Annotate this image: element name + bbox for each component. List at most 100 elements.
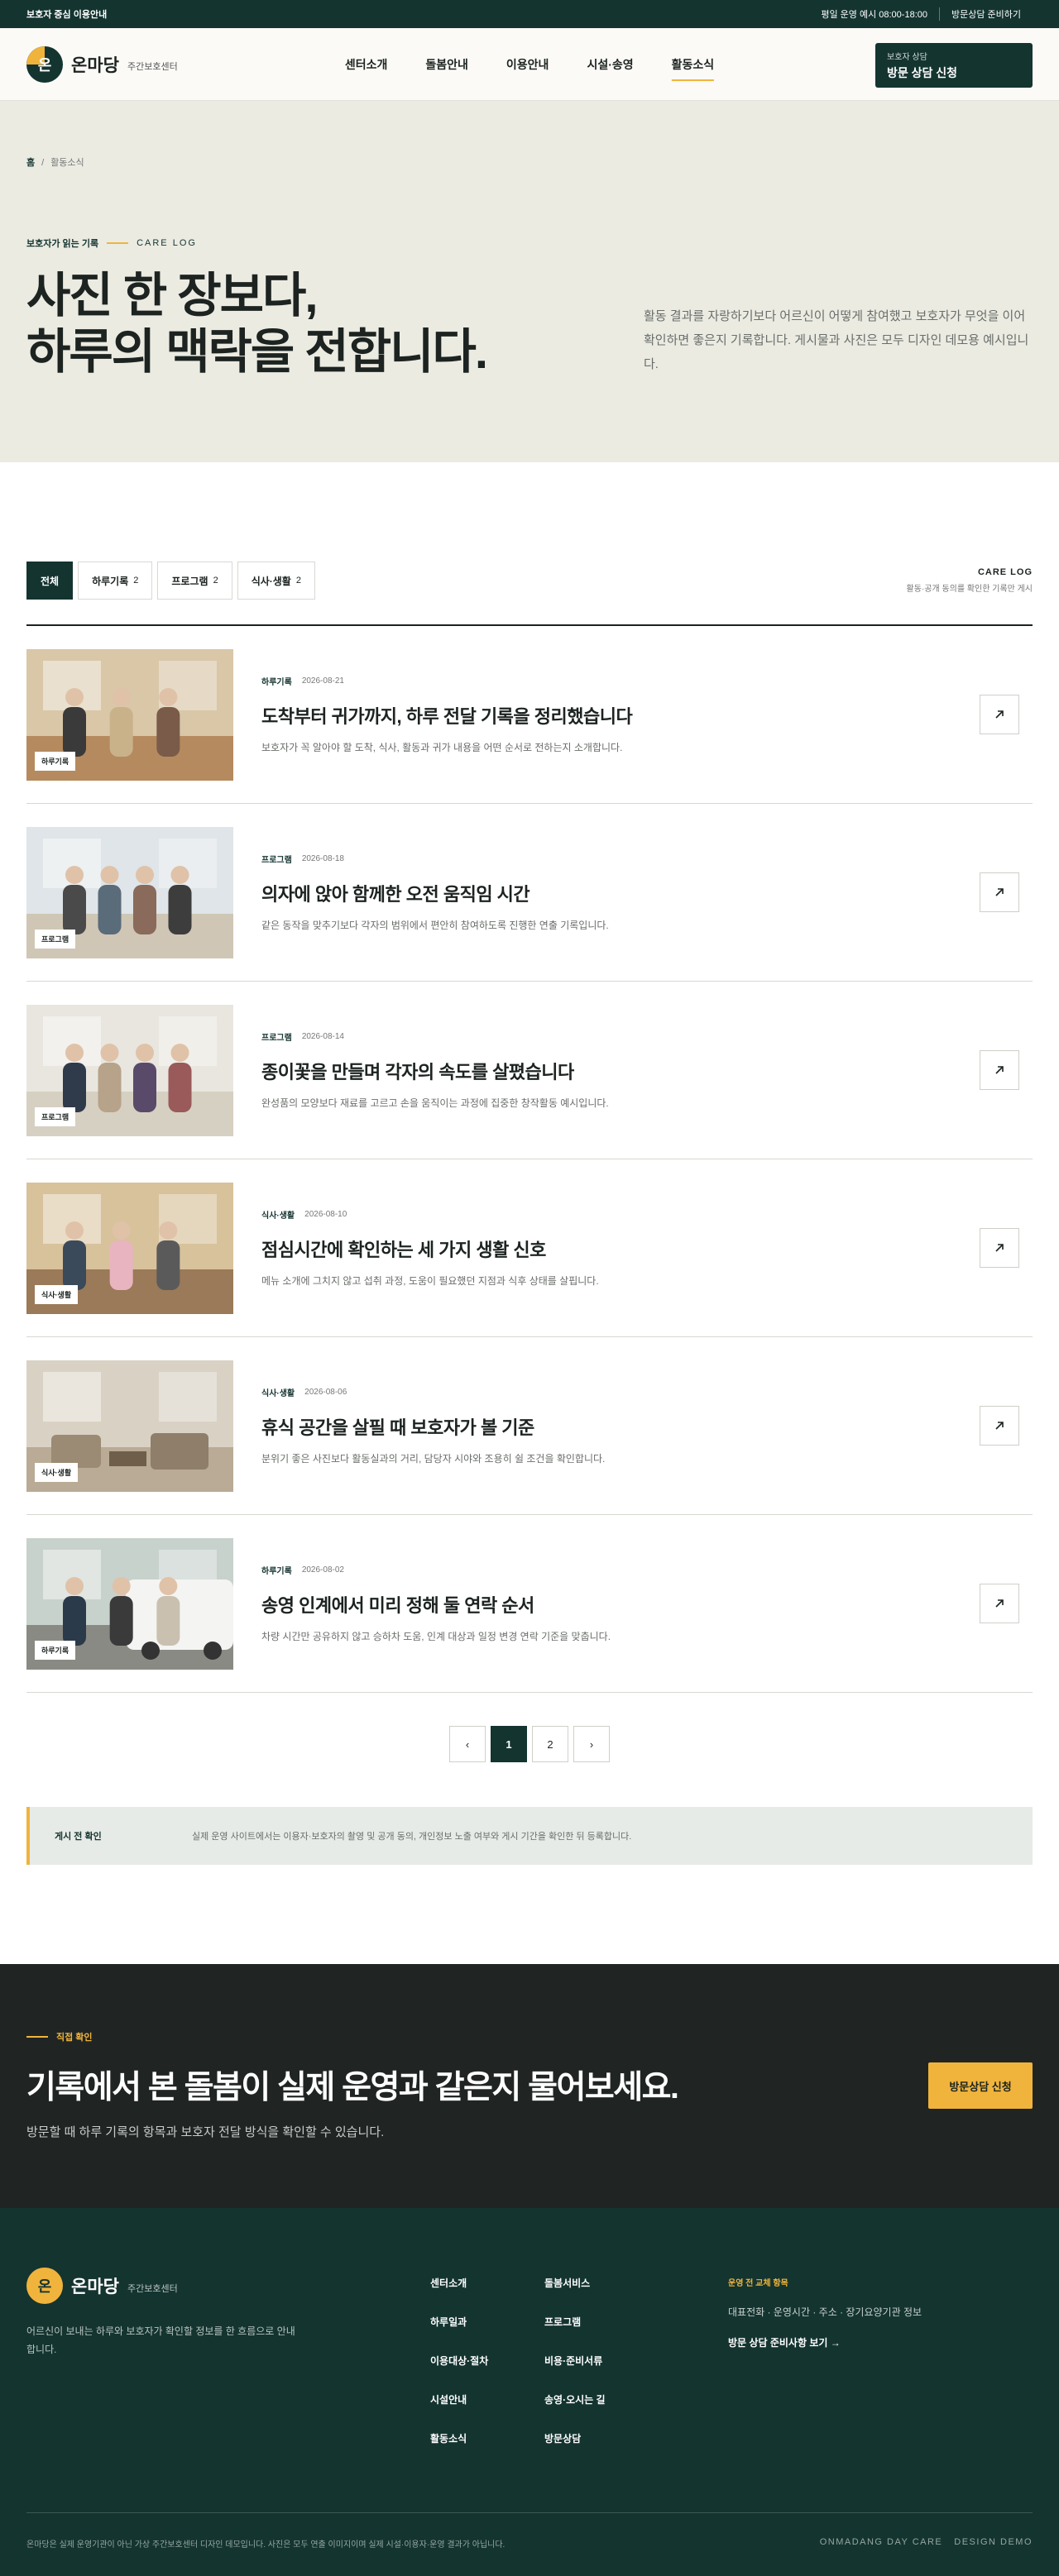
post-open-button[interactable] <box>980 1584 1019 1623</box>
post-meta: 하루기록 2026-08-02 <box>261 1564 611 1576</box>
post-meta: 식사·생활 2026-08-10 <box>261 1208 599 1221</box>
notice-body: 실제 운영 사이트에서는 이용자·보호자의 촬영 및 공개 동의, 개인정보 노… <box>192 1832 632 1842</box>
post-item[interactable]: 프로그램 프로그램 2026-08-18 의자에 앉아 함께한 오전 움직임 시… <box>26 804 1033 982</box>
footer-link[interactable]: 시설안내 <box>430 2392 544 2406</box>
footer-info: 운영 전 교체 항목 대표전화 · 운영시간 · 주소 · 장기요양기관 정보 … <box>728 2276 922 2349</box>
nav-item-facility[interactable]: 시설·송영 <box>587 51 633 78</box>
footer-brand-tag: DESIGN DEMO <box>954 2537 1033 2547</box>
footer-divider <box>26 2512 1033 2513</box>
filter-chip-meal[interactable]: 식사·생활 2 <box>237 562 315 600</box>
post-open-button[interactable] <box>980 695 1019 734</box>
post-item[interactable]: 식사·생활 식사·생활 2026-08-10 점심시간에 확인하는 세 가지 생… <box>26 1159 1033 1337</box>
footer-link[interactable]: 송영·오시는 길 <box>544 2392 659 2406</box>
pagination-page[interactable]: 1 <box>491 1726 527 1762</box>
nav-item-care[interactable]: 돌봄안내 <box>425 51 468 78</box>
footer-link[interactable]: 방문상담 <box>544 2431 659 2445</box>
post-thumbnail[interactable]: 식사·생활 <box>26 1182 233 1314</box>
nav-item-usage[interactable]: 이용안내 <box>506 51 549 78</box>
footer-description: 어르신이 보내는 하루와 보호자가 확인할 정보를 한 흐름으로 안내합니다. <box>26 2325 295 2355</box>
care-log-sub: 활동·공개 동의를 확인한 기록만 게시 <box>906 585 1033 594</box>
post-open-button[interactable] <box>980 1228 1019 1268</box>
post-title[interactable]: 점심시간에 확인하는 세 가지 생활 신호 <box>261 1235 599 1262</box>
post-tag: 프로그램 <box>35 1106 76 1126</box>
footer-link[interactable]: 활동소식 <box>430 2431 544 2445</box>
consult-button[interactable]: 보호자 상담 방문 상담 신청 <box>875 43 1033 88</box>
post-excerpt: 보호자가 꼭 알아야 할 도착, 식사, 활동과 귀가 내용을 어떤 순서로 전… <box>261 742 623 753</box>
post-category: 식사·생활 <box>261 1389 295 1398</box>
post-thumbnail[interactable]: 하루기록 <box>26 1537 233 1670</box>
footer-link[interactable]: 하루일과 <box>430 2315 544 2329</box>
filter-bar: 전체 하루기록 2 프로그램 2 식사·생활 2 CARE LOG 활동·공개 동의를… <box>26 562 1033 600</box>
post-tag: 식사·생활 <box>35 1284 79 1304</box>
post-excerpt: 완성품의 모양보다 재료를 고르고 손을 움직이는 과정에 집중한 창작활동 예… <box>261 1097 609 1109</box>
post-body: 하루기록 2026-08-02 송영 인계에서 미리 정해 둘 연락 순서 차량… <box>261 1564 611 1643</box>
post-category: 프로그램 <box>261 856 292 865</box>
filter-chips: 전체 하루기록 2 프로그램 2 식사·생활 2 <box>26 562 315 600</box>
pagination-page[interactable]: 2 <box>532 1726 568 1762</box>
post-open-button[interactable] <box>980 872 1019 912</box>
post-date: 2026-08-18 <box>301 854 344 863</box>
hero-eyebrow-en: CARE LOG <box>137 238 197 248</box>
hero-eyebrow-text: 보호자가 읽는 기록 <box>26 239 99 249</box>
post-meta: 프로그램 2026-08-18 <box>261 853 609 865</box>
post-title[interactable]: 의자에 앉아 함께한 오전 움직임 시간 <box>261 880 609 906</box>
notice-head: 게시 전 확인 <box>55 1832 102 1842</box>
arrow-up-right-icon <box>995 1244 1004 1252</box>
topbar-hours: 평일 운영 예시 08:00-18:00 <box>821 10 927 20</box>
post-thumbnail[interactable]: 식사·생활 <box>26 1360 233 1492</box>
post-open-button[interactable] <box>980 1050 1019 1090</box>
post-tag: 식사·생활 <box>35 1462 79 1482</box>
nav-item-about[interactable]: 센터소개 <box>345 51 388 78</box>
post-excerpt: 차량 시간만 공유하지 않고 승하차 도움, 인계 대상과 일정 변경 연락 기… <box>261 1631 611 1642</box>
topbar-title: 보호자 중심 이용안내 <box>26 10 108 20</box>
band-eyebrow-text: 직접 확인 <box>56 2033 93 2043</box>
post-item[interactable]: 하루기록 하루기록 2026-08-21 도착부터 귀가까지, 하루 전달 기록… <box>26 626 1033 804</box>
nav-item-news[interactable]: 활동소식 <box>671 51 714 81</box>
post-body: 프로그램 2026-08-14 종이꽃을 만들며 각자의 속도를 살폈습니다 완… <box>261 1030 609 1110</box>
post-open-button[interactable] <box>980 1406 1019 1446</box>
footer-brand-name: ONMADANG DAY CARE <box>819 2537 943 2547</box>
hero: 홈 / 활동소식 보호자가 읽는 기록 CARE LOG 사진 한 장보다, 하루의… <box>0 101 1059 462</box>
top-bar: 보호자 중심 이용안내 평일 운영 예시 08:00-18:00 방문상담 준비… <box>0 0 1059 28</box>
post-title[interactable]: 종이꽃을 만들며 각자의 속도를 살폈습니다 <box>261 1058 609 1084</box>
breadcrumb-sep: / <box>41 158 45 168</box>
topbar-prep-link[interactable]: 방문상담 준비하기 <box>940 7 1033 21</box>
pagination-prev[interactable]: ‹ <box>449 1726 486 1762</box>
band-title: 기록에서 본 돌봄이 실제 운영과 같은지 물어보세요. <box>26 2070 679 2105</box>
filter-chip-program[interactable]: 프로그램 2 <box>157 562 232 600</box>
footer-link[interactable]: 센터소개 <box>430 2276 544 2290</box>
post-thumbnail[interactable]: 프로그램 <box>26 826 233 958</box>
footer-link[interactable]: 돌봄서비스 <box>544 2276 659 2290</box>
footer-logo-name: 온마당 <box>71 2277 119 2296</box>
post-category: 식사·생활 <box>261 1212 295 1221</box>
arrow-up-right-icon <box>995 1599 1004 1608</box>
band-consult-button[interactable]: 방문상담 신청 <box>928 2062 1033 2109</box>
post-item[interactable]: 식사·생활 식사·생활 2026-08-06 휴식 공간을 살필 때 보호자가 … <box>26 1337 1033 1515</box>
footer-link[interactable]: 비용·준비서류 <box>544 2354 659 2368</box>
filter-chip-all[interactable]: 전체 <box>26 562 74 600</box>
post-title[interactable]: 도착부터 귀가까지, 하루 전달 기록을 정리했습니다 <box>261 702 633 729</box>
footer-link[interactable]: 이용대상·절차 <box>430 2354 544 2368</box>
post-title[interactable]: 송영 인계에서 미리 정해 둘 연락 순서 <box>261 1591 611 1618</box>
pagination-next[interactable]: › <box>573 1726 610 1762</box>
post-board: 전체 하루기록 2 프로그램 2 식사·생활 2 CARE LOG 활동·공개 동의를… <box>0 462 1059 1865</box>
breadcrumb: 홈 / 활동소식 <box>26 155 1033 169</box>
footer-info-link[interactable]: 방문 상담 준비사항 보기 → <box>728 2335 922 2349</box>
filter-chip-daily[interactable]: 하루기록 2 <box>78 562 153 600</box>
breadcrumb-home[interactable]: 홈 <box>26 158 35 168</box>
post-item[interactable]: 프로그램 프로그램 2026-08-14 종이꽃을 만들며 각자의 속도를 살폈… <box>26 982 1033 1159</box>
arrow-up-right-icon <box>995 1066 1004 1074</box>
footer-logo-sub: 주간보호센터 <box>127 2283 178 2294</box>
post-category: 프로그램 <box>261 1034 292 1043</box>
post-thumbnail[interactable]: 하루기록 <box>26 648 233 781</box>
post-title[interactable]: 휴식 공간을 살필 때 보호자가 볼 기준 <box>261 1413 605 1440</box>
post-body: 프로그램 2026-08-18 의자에 앉아 함께한 오전 움직임 시간 같은 … <box>261 853 609 932</box>
post-tag: 프로그램 <box>35 929 76 949</box>
care-log-title: CARE LOG <box>977 567 1033 577</box>
pagination: ‹ 1 2 › <box>26 1726 1033 1762</box>
footer-link[interactable]: 프로그램 <box>544 2315 659 2329</box>
logo[interactable]: 온 온마당 주간보호센터 <box>26 45 178 83</box>
post-item[interactable]: 하루기록 하루기록 2026-08-02 송영 인계에서 미리 정해 둘 연락 … <box>26 1515 1033 1693</box>
post-thumbnail[interactable]: 프로그램 <box>26 1004 233 1136</box>
footer-info-head: 운영 전 교체 항목 <box>728 2279 788 2288</box>
